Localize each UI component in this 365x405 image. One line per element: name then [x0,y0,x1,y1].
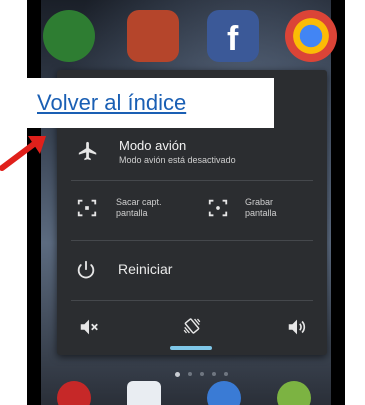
red-arrow-icon [0,136,46,171]
divider [71,240,313,241]
divider [71,300,313,301]
airplane-mode-subtitle: Modo avión está desactivado [119,155,236,165]
screen-record-label-line1: Grabar [245,197,274,207]
restart-label: Reiniciar [118,261,173,277]
facebook-icon[interactable]: f [207,10,259,62]
divider [71,180,313,181]
screenshot-label-line1: Sacar capt. [116,197,162,207]
page-indicator [175,372,228,377]
page-dot [188,372,192,376]
whatsapp-icon[interactable] [43,10,95,62]
screen-record-label-line2: pantalla [245,208,277,218]
mute-button[interactable] [70,312,110,342]
page-dot [224,372,228,376]
page-dot [200,372,204,376]
chrome-icon[interactable] [285,10,337,62]
screenshot-icon [77,199,97,217]
restart-button[interactable]: Reiniciar [57,248,327,292]
screenshot-button[interactable]: Sacar capt. pantalla [68,188,188,228]
vibrate-button[interactable] [172,312,212,342]
airplane-mode-title: Modo avión [119,138,187,153]
screen-bezel-right [331,0,345,405]
back-to-index-link[interactable]: Volver al índice [37,90,186,116]
vibrate-icon [183,318,201,334]
screen-record-button[interactable]: Grabar pantalla [205,188,320,228]
screen-record-icon [208,199,228,217]
dock-app-icon[interactable] [127,381,161,405]
selected-sound-mode-indicator [170,346,212,350]
airplane-icon [78,141,97,161]
clash-of-clans-icon[interactable] [127,10,179,62]
svg-text:f: f [227,20,239,58]
page-dot [175,372,180,377]
screen-bezel-left [27,0,41,405]
mute-icon [80,319,98,335]
sound-on-button[interactable] [280,312,320,342]
link-overlay: Volver al índice [27,78,274,128]
airplane-mode-row[interactable]: Modo avión Modo avión está desactivado [57,128,327,176]
volume-icon [288,319,306,335]
page-dot [212,372,216,376]
power-icon [77,260,95,279]
screenshot-label-line2: pantalla [116,208,148,218]
